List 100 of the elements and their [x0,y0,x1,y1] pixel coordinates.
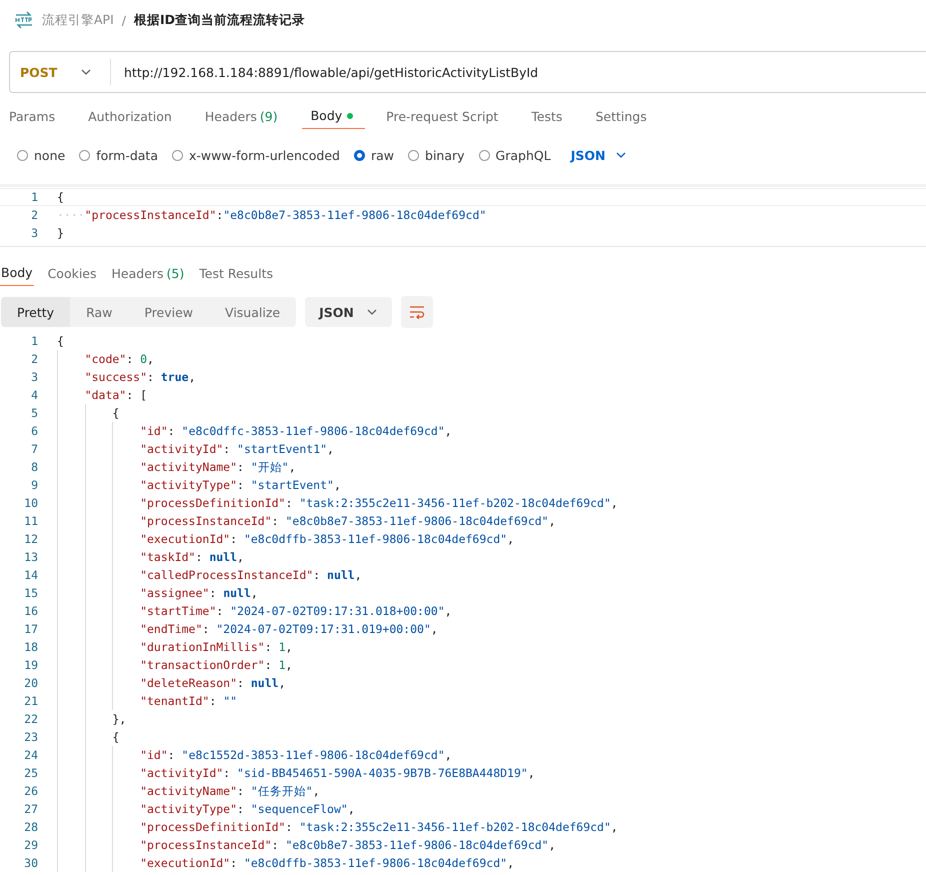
code-line: "taskId": null, [140,550,244,564]
request-tab[interactable]: Params [0,103,68,129]
code-line: { [112,730,120,744]
chevron-down-icon [80,68,92,76]
code-line: ····"processInstanceId":"e8c0b8e7-3853-11ef-9806-18c04def69cd" [57,208,486,222]
body-type-radio[interactable]: form-data [79,148,158,162]
code-line: "activityType": "sequenceFlow", [140,802,355,816]
response-tab[interactable]: Headers (5) [110,260,186,286]
response-tab[interactable]: Test Results [198,260,274,286]
line-number: 15 [23,586,38,600]
line-number: 26 [23,784,38,798]
line-number: 2 [30,208,38,222]
code-line: "durationInMillis": 1, [140,640,292,654]
code-line: "assignee": null, [140,586,258,600]
line-number: 5 [30,406,38,420]
line-number: 14 [23,568,38,582]
code-line: "executionId": "e8c0dffb-3853-11ef-9806-18c04def69cd", [140,532,514,546]
line-number: 17 [23,622,38,636]
line-number: 28 [23,820,38,834]
code-line: "processInstanceId": "e8c0b8e7-3853-11ef-9806-18c04def69cd", [140,514,556,528]
request-body-editor[interactable]: 1 { 2 ····"processInstanceId":"e8c0b8e7-3853-11ef-9806-18c04def69cd" 3 } [0,184,926,247]
line-number: 27 [23,802,38,816]
code-line: { [57,190,64,204]
code-line: "executionId": "e8c0dffb-3853-11ef-9806-18c04def69cd", [140,856,514,870]
line-number: 1 [30,334,38,348]
response-tab[interactable]: Cookies [46,260,98,286]
body-type-radio[interactable]: binary [408,148,465,162]
code-line: { [57,334,64,348]
code-line: "activityType": "startEvent", [140,478,341,492]
http-icon [14,11,34,29]
format-dropdown[interactable]: JSON [305,297,392,327]
chevron-down-icon [366,308,378,316]
code-line: "code": 0, [84,352,154,366]
line-number: 19 [23,658,38,672]
line-number: 25 [23,766,38,780]
line-number: 18 [23,640,38,654]
line-number: 4 [30,388,38,402]
line-number: 3 [30,226,38,240]
code-line: "processDefinitionId": "task:2:355c2e11-3456-11ef-b202-18c04def69cd", [140,820,618,834]
line-number: 29 [23,838,38,852]
request-tab[interactable]: Tests [522,103,574,129]
line-number: 30 [23,856,38,870]
code-line: "id": "e8c0dffc-3853-11ef-9806-18c04def69cd", [140,424,452,438]
view-mode-button[interactable]: Visualize [209,297,296,327]
line-number: 2 [30,352,38,366]
request-tab[interactable]: Authorization [79,103,184,129]
body-type-radio[interactable]: x-www-form-urlencoded [172,148,340,162]
line-number: 23 [23,730,38,744]
body-type-radio[interactable]: raw [354,148,394,162]
line-number: 6 [30,424,38,438]
code-line: "transactionOrder": 1, [140,658,292,672]
line-number: 10 [23,496,38,510]
code-line: "deleteReason": null, [140,676,286,690]
request-tab[interactable]: Settings [586,103,659,129]
line-number: 3 [30,370,38,384]
request-title: 根据ID查询当前流程流转记录 [134,12,306,28]
view-mode-button[interactable]: Raw [70,297,128,327]
code-line: { [112,406,120,420]
code-line: "success": true, [84,370,196,384]
chevron-down-icon [615,151,628,159]
format-dropdown[interactable]: JSON [564,146,634,164]
code-line: "calledProcessInstanceId": null, [140,568,362,582]
line-number: 11 [23,514,38,528]
url-bar[interactable]: POST http://192.168.1.184:8891/flowable/api/getHistoricActivityListById [9,51,926,93]
method-dropdown[interactable]: POST [10,52,102,92]
line-number: 12 [23,532,38,546]
line-number: 22 [23,712,38,726]
line-number: 24 [23,748,38,762]
line-number: 1 [30,190,38,204]
response-tab[interactable]: Body [0,260,34,286]
body-type-radio[interactable]: none [17,148,66,162]
code-line: }, [112,712,126,726]
line-number: 9 [30,478,38,492]
code-line: "tenantId": "" [140,694,238,708]
breadcrumb-separator: / [122,12,126,28]
request-tab[interactable]: Headers (9) [196,103,290,129]
line-number: 8 [30,460,38,474]
request-tab[interactable]: Pre-request Script [377,103,510,129]
code-line: "processInstanceId": "e8c0b8e7-3853-11ef-9806-18c04def69cd", [140,838,556,852]
line-number: 13 [23,550,38,564]
wrap-lines-icon [408,305,425,319]
code-line: "activityId": "startEvent1", [140,442,334,456]
view-mode-button[interactable]: Pretty [1,297,70,327]
view-mode-button[interactable]: Preview [128,297,210,327]
line-number: 7 [30,442,38,456]
line-number: 21 [23,694,38,708]
line-number: 20 [23,676,38,690]
collection-link[interactable]: 流程引擎API [42,12,114,28]
body-type-radio[interactable]: GraphQL [478,148,551,162]
code-line: "id": "e8c1552d-3853-11ef-9806-18c04def69cd", [140,748,452,762]
code-line: "endTime": "2024-07-02T09:17:31.019+00:00", [140,622,438,636]
code-line: "processDefinitionId": "task:2:355c2e11-3456-11ef-b202-18c04def69cd", [140,496,618,510]
code-line: "activityId": "sid-BB454651-590A-4035-9B7B-76E8BA448D19", [140,766,535,780]
code-line: "startTime": "2024-07-02T09:17:31.018+00:00", [140,604,452,618]
code-line: } [57,226,64,240]
code-line: "activityName": "任务开始", [140,784,320,798]
request-tab[interactable]: Body [302,103,366,129]
line-number: 16 [23,604,38,618]
wrap-button[interactable] [400,296,433,328]
code-line: "activityName": "开始", [140,460,296,474]
